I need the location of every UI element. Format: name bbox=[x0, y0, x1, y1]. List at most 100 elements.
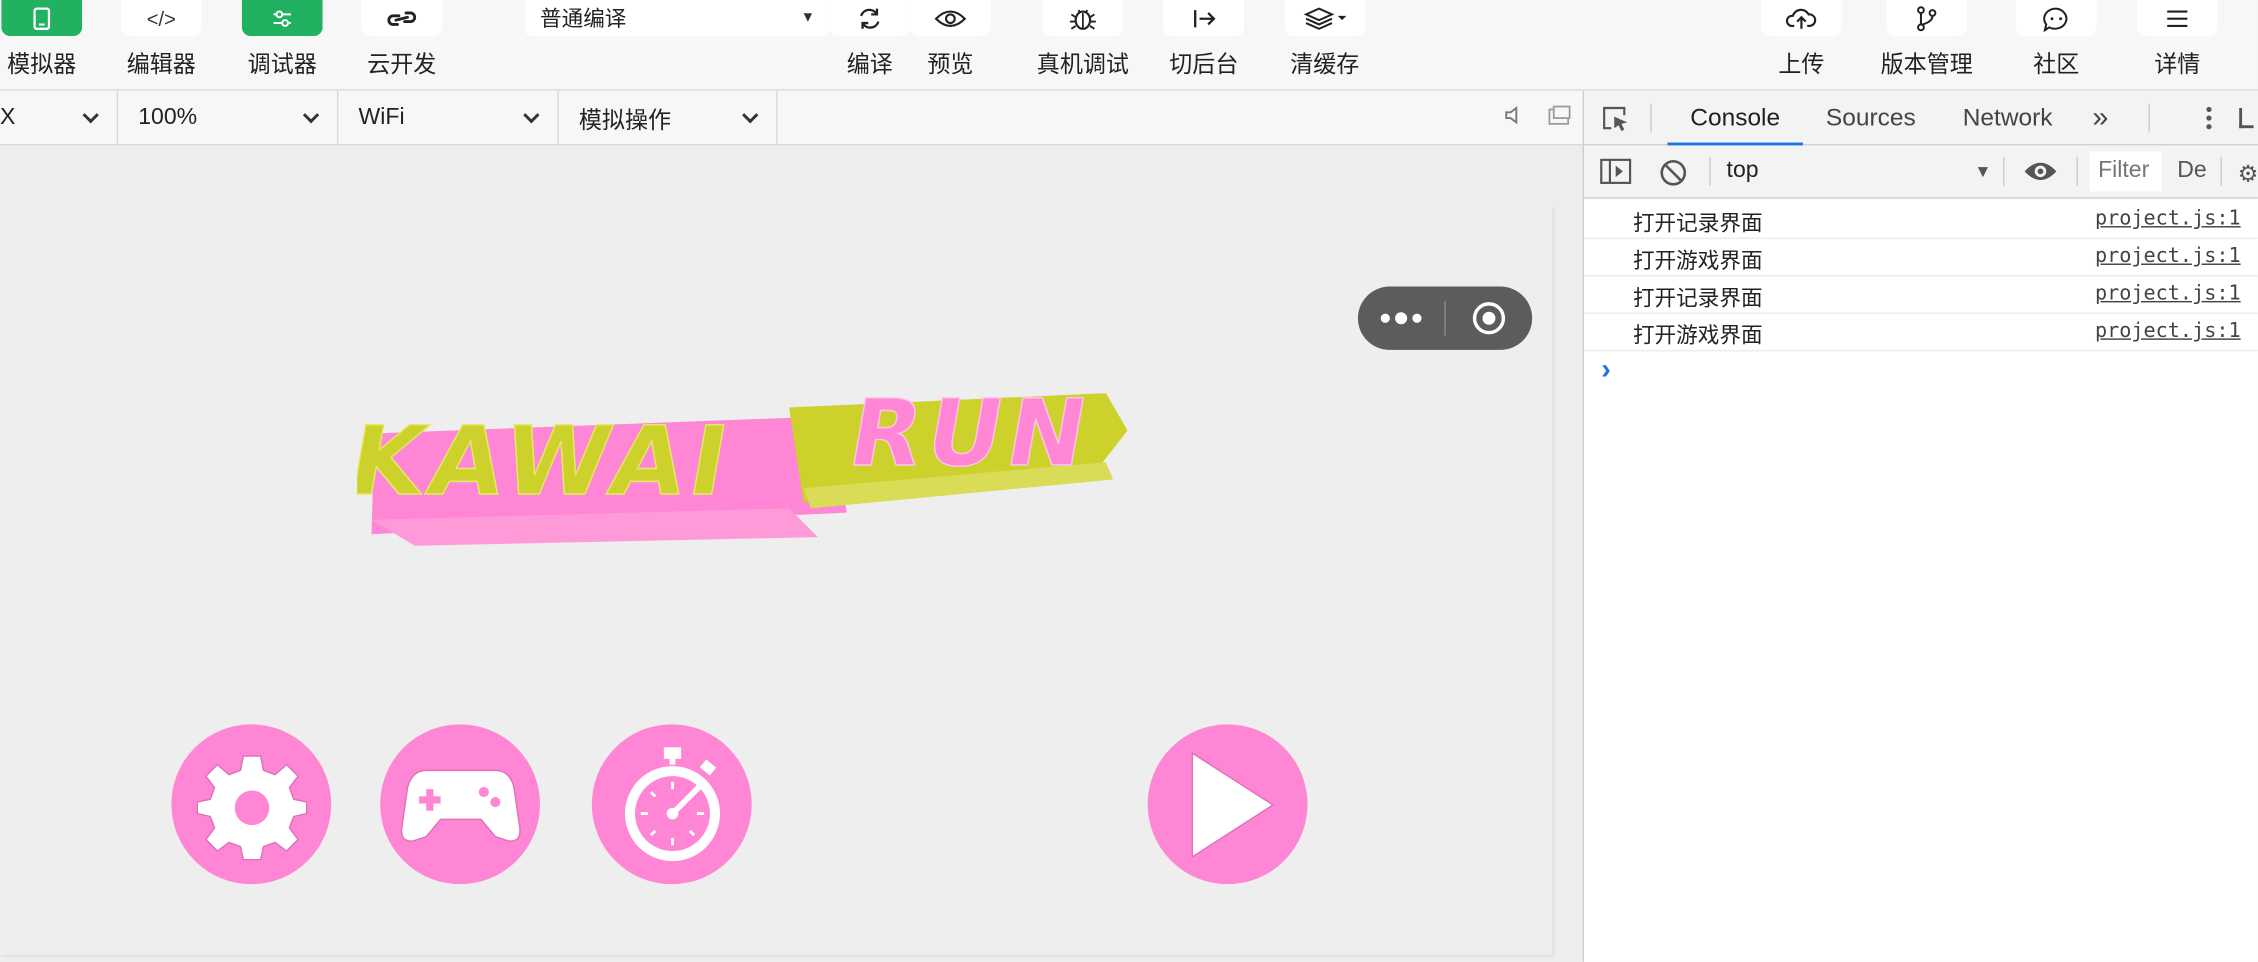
log-source-link[interactable]: project.js:1 bbox=[2095, 320, 2241, 343]
caret-down-icon: ▼ bbox=[1974, 161, 1992, 182]
debugger-button[interactable]: 调试器 bbox=[241, 0, 323, 79]
version-manage-button[interactable]: 版本管理 bbox=[1881, 0, 1973, 79]
context-value: top bbox=[1726, 158, 1759, 183]
close-program-button[interactable] bbox=[1446, 301, 1532, 336]
console-log-row: 打开游戏界面 project.js:1 bbox=[1584, 239, 2258, 277]
real-device-debug-button[interactable]: 真机调试 bbox=[1037, 0, 1129, 79]
compile-label: 编译 bbox=[846, 53, 893, 78]
compile-button[interactable]: 编译 bbox=[829, 0, 911, 79]
code-icon: </> bbox=[120, 0, 202, 36]
simulator-control-bar: X 100% WiFi 模拟操作 bbox=[0, 90, 1583, 146]
simulate-operation-select[interactable]: 模拟操作 bbox=[559, 90, 778, 144]
zoom-value: 100% bbox=[138, 104, 198, 129]
stopwatch-icon bbox=[624, 746, 720, 861]
clear-cache-button[interactable]: 清缓存 bbox=[1284, 0, 1366, 79]
devtools-panel: Console Sources Network » top ▼ Filter D… bbox=[1582, 90, 2258, 962]
layers-icon bbox=[1284, 0, 1366, 36]
cloud-dev-label: 云开发 bbox=[367, 53, 437, 78]
tab-divider bbox=[1650, 103, 1652, 133]
gear-icon bbox=[195, 754, 307, 860]
upload-button[interactable]: 上传 bbox=[1761, 0, 1842, 79]
upload-label: 上传 bbox=[1778, 53, 1825, 78]
background-label: 切后台 bbox=[1169, 53, 1239, 78]
logo-word-run: RUN bbox=[842, 380, 1101, 487]
log-message: 打开游戏界面 bbox=[1632, 249, 1763, 274]
log-levels-select[interactable]: De bbox=[2177, 158, 2206, 184]
logo-word-kawai: KAWAI bbox=[357, 406, 742, 517]
mini-program-capsule bbox=[1357, 286, 1533, 350]
preview-button[interactable]: 预览 bbox=[910, 0, 991, 79]
phone-icon bbox=[1, 0, 83, 36]
chevron-down-icon bbox=[82, 106, 99, 123]
log-message: 打开游戏界面 bbox=[1632, 324, 1763, 349]
clear-console-icon[interactable] bbox=[1659, 158, 1688, 194]
more-menu-button[interactable] bbox=[1358, 311, 1444, 325]
simulator-label: 模拟器 bbox=[7, 53, 77, 78]
filter-divider bbox=[2076, 156, 2078, 186]
gamepad-button[interactable] bbox=[380, 724, 540, 885]
log-source-link[interactable]: project.js:1 bbox=[2095, 207, 2241, 230]
play-icon bbox=[1190, 751, 1273, 857]
more-dots-icon bbox=[1380, 312, 1422, 325]
chevron-down-icon bbox=[302, 106, 320, 123]
cloud-upload-icon bbox=[1761, 0, 1842, 36]
filter-divider bbox=[1709, 156, 1711, 186]
network-value: WiFi bbox=[358, 104, 405, 129]
chevron-down-icon bbox=[742, 106, 759, 123]
preview-label: 预览 bbox=[927, 53, 974, 78]
settings-gear-icon[interactable]: ⚙ bbox=[2238, 160, 2258, 189]
settings-button[interactable] bbox=[171, 724, 332, 885]
stopwatch-button[interactable] bbox=[591, 724, 752, 885]
tab-sources[interactable]: Sources bbox=[1826, 91, 1916, 146]
caret-down-icon: ▼ bbox=[800, 10, 816, 26]
cloud-link-icon bbox=[361, 0, 443, 36]
cloud-dev-button[interactable]: 云开发 bbox=[361, 0, 443, 79]
console-prompt-icon[interactable]: › bbox=[1601, 354, 1611, 387]
refresh-icon bbox=[829, 0, 911, 36]
device-select[interactable]: X bbox=[0, 90, 119, 144]
background-button[interactable]: 切后台 bbox=[1163, 0, 1245, 79]
editor-label: 编辑器 bbox=[126, 53, 196, 78]
details-label: 详情 bbox=[2154, 53, 2201, 78]
details-button[interactable]: 详情 bbox=[2136, 0, 2218, 79]
console-log-row: 打开记录界面 project.js:1 bbox=[1584, 202, 2258, 240]
community-label: 社区 bbox=[2033, 53, 2080, 78]
tab-network[interactable]: Network bbox=[1963, 91, 2053, 146]
device-value: X bbox=[0, 104, 16, 129]
log-message: 打开记录界面 bbox=[1632, 211, 1763, 237]
game-screen: KAWAI RUN bbox=[0, 205, 1553, 955]
live-expression-eye-icon[interactable] bbox=[2023, 160, 2058, 190]
detach-window-icon[interactable] bbox=[1548, 105, 1571, 129]
gamepad-icon bbox=[400, 768, 520, 842]
filter-divider bbox=[2003, 156, 2005, 186]
tab-divider bbox=[2148, 103, 2150, 133]
network-select[interactable]: WiFi bbox=[338, 90, 559, 144]
sidebar-toggle-icon[interactable] bbox=[1600, 158, 1632, 191]
chat-bubble-icon bbox=[2016, 0, 2097, 36]
menu-icon bbox=[2136, 0, 2218, 36]
community-button[interactable]: 社区 bbox=[2016, 0, 2097, 79]
kebab-menu-icon[interactable] bbox=[2206, 105, 2212, 138]
target-circle-icon bbox=[1472, 302, 1506, 335]
console-filter-input[interactable] bbox=[2089, 151, 2162, 192]
compile-mode-select[interactable]: 普通编译 ▼ bbox=[525, 0, 830, 36]
log-source-link[interactable]: project.js:1 bbox=[2095, 245, 2241, 268]
inspect-element-icon[interactable] bbox=[1601, 105, 1630, 138]
simulator-button[interactable]: 模拟器 bbox=[1, 0, 83, 79]
compile-mode-value: 普通编译 bbox=[540, 7, 627, 32]
editor-button[interactable]: </> 编辑器 bbox=[120, 0, 202, 79]
branch-icon bbox=[1886, 0, 1968, 36]
version-manage-label: 版本管理 bbox=[1880, 53, 1973, 78]
sliders-icon bbox=[241, 0, 323, 36]
log-message: 打开记录界面 bbox=[1632, 286, 1763, 312]
dock-side-icon[interactable] bbox=[2239, 108, 2254, 129]
zoom-select[interactable]: 100% bbox=[118, 90, 339, 144]
play-button[interactable] bbox=[1147, 724, 1308, 885]
console-log-row: 打开游戏界面 project.js:1 bbox=[1584, 314, 2258, 352]
context-select[interactable]: top ▼ bbox=[1727, 145, 1992, 197]
volume-icon[interactable] bbox=[1505, 105, 1522, 129]
tab-console[interactable]: Console bbox=[1667, 91, 1803, 146]
log-source-link[interactable]: project.js:1 bbox=[2095, 282, 2241, 305]
more-tabs-chevron-icon[interactable]: » bbox=[2092, 91, 2108, 146]
console-log-row: 打开记录界面 project.js:1 bbox=[1584, 276, 2258, 314]
